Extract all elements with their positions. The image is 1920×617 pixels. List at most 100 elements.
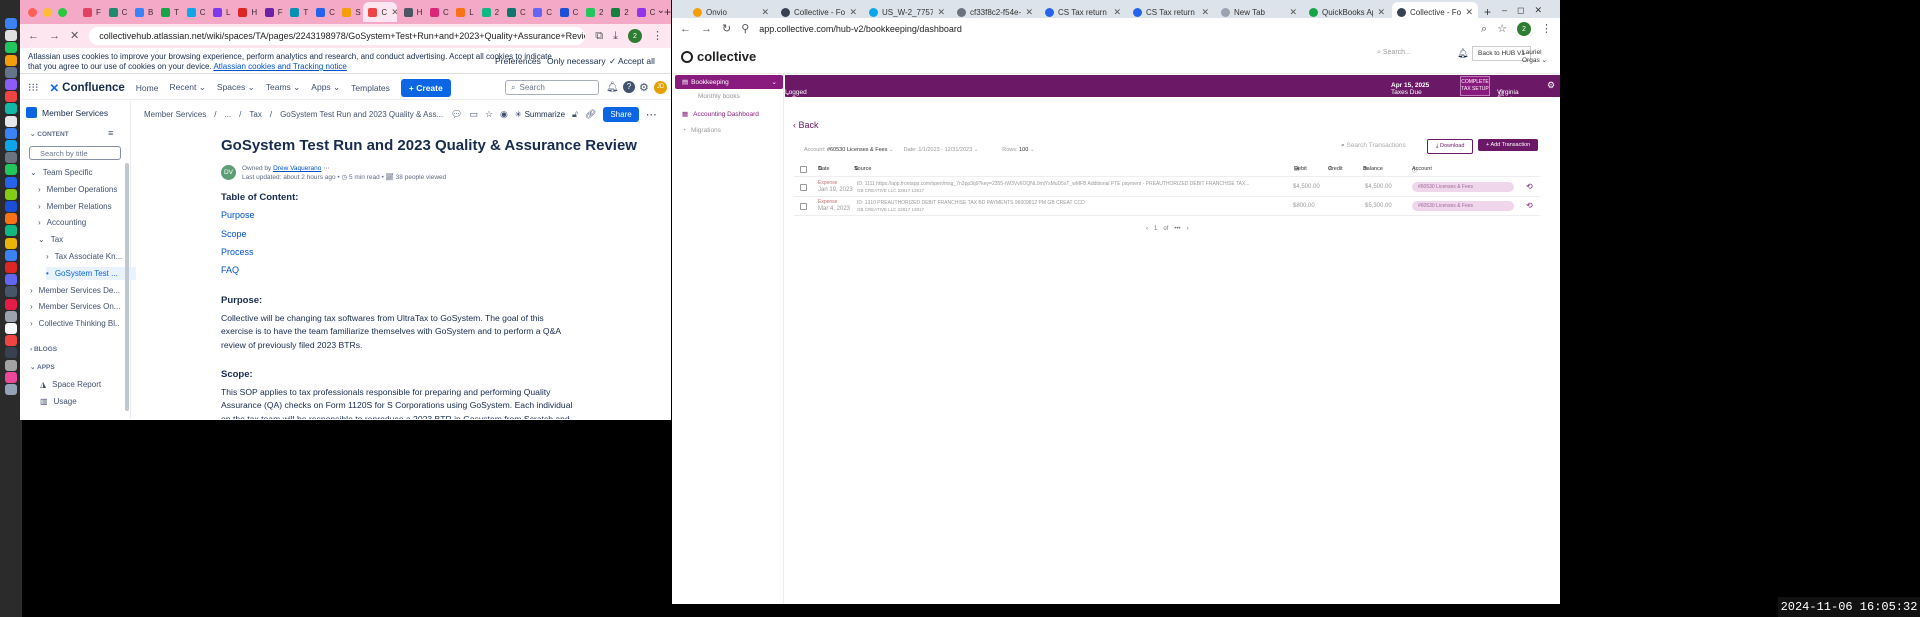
close-tab-icon[interactable]: ✕ — [391, 7, 396, 18]
dock-app-icon[interactable] — [5, 274, 17, 286]
menu-kebab-icon[interactable]: ⋮ — [652, 30, 663, 42]
sidebar-tree-item[interactable]: › Tax Associate Kn... — [46, 250, 136, 263]
browser-tab[interactable]: C ✕ — [363, 2, 397, 22]
toc-link-scope[interactable]: Scope — [221, 229, 247, 239]
browser-tab[interactable]: L — [451, 2, 474, 22]
page-more[interactable]: ••• — [1174, 226, 1180, 232]
cookie-notice-link[interactable]: Atlassian cookies and Tracking notice — [213, 62, 346, 71]
browser-tab[interactable]: 2 — [477, 2, 500, 22]
close-icon[interactable]: ✕ — [1534, 5, 1552, 15]
dock-app-icon[interactable] — [5, 298, 17, 310]
browser-tab[interactable]: C — [632, 2, 656, 22]
forward-arrow-icon[interactable]: → — [49, 30, 60, 42]
breadcrumb-item[interactable]: Tax — [249, 110, 261, 119]
minimize-icon[interactable]: – — [1502, 5, 1517, 15]
reload-icon[interactable]: ↻ — [722, 23, 731, 35]
back-arrow-icon[interactable]: ← — [680, 23, 691, 35]
toc-link-process[interactable]: Process — [221, 247, 254, 257]
breadcrumb-item[interactable]: GoSystem Test Run and 2023 Quality & Ass… — [280, 110, 443, 119]
search-input[interactable]: ⌕ Search — [505, 80, 599, 95]
create-button[interactable]: + Create — [400, 78, 451, 97]
forward-arrow-icon[interactable]: → — [701, 23, 712, 35]
sidebar-tree-item[interactable]: › Member Relations — [38, 200, 128, 213]
account-filter[interactable]: Account: #60530 Licenses & Fees ⌄ — [804, 147, 894, 153]
next-page-icon[interactable]: › — [1187, 226, 1189, 232]
bookkeeping-menu[interactable]: ▤ Bookkeeping ⌄ — [675, 75, 783, 89]
byline-more-icon[interactable]: ⋯ — [323, 165, 330, 172]
browser-tab[interactable]: T — [156, 2, 180, 22]
stop-loading-icon[interactable]: ✕ — [70, 30, 79, 42]
page-number[interactable]: 1 — [1154, 226, 1157, 232]
viewed-count[interactable]: 38 people viewed — [396, 174, 447, 181]
complete-tax-setup-button[interactable]: COMPLETE TAX SETUP — [1460, 76, 1490, 96]
menu-kebab-icon[interactable]: ⋮ — [1541, 23, 1552, 35]
browser-tab[interactable]: C — [311, 2, 335, 22]
browser-tab[interactable]: 2 — [581, 2, 604, 22]
sidebar-tree-item[interactable]: ⌄ Team Specific — [30, 166, 120, 179]
help-icon[interactable]: ? — [623, 81, 635, 93]
browser-tab[interactable]: C — [425, 2, 449, 22]
account-badge[interactable]: #60530 Licenses & Fees — [1412, 201, 1514, 211]
download-icon[interactable]: ⤓ — [613, 30, 618, 42]
profile-avatar[interactable]: 2 — [628, 29, 642, 43]
dock-app-icon[interactable] — [5, 18, 17, 29]
browser-tab[interactable]: C — [555, 2, 579, 22]
account-badge[interactable]: #60530 Licenses & Fees — [1412, 182, 1514, 192]
dock-app-icon[interactable] — [5, 323, 17, 334]
browser-tab[interactable]: B — [130, 2, 154, 22]
close-tab-icon[interactable]: ✕ — [849, 7, 857, 18]
breadcrumb-item[interactable]: ... — [224, 110, 231, 119]
dock-app-icon[interactable] — [5, 262, 17, 273]
browser-tab[interactable]: C — [104, 2, 128, 22]
accept-all-button[interactable]: ✓ Accept all — [604, 54, 660, 69]
dock-app-icon[interactable] — [5, 359, 17, 371]
toc-link-faq[interactable]: FAQ — [221, 265, 239, 275]
user-avatar[interactable]: JD — [654, 81, 667, 94]
site-info-icon[interactable]: ⚲ — [741, 23, 749, 35]
nav-spaces[interactable]: Spaces ⌄ — [217, 82, 255, 93]
sidebar-tree-item[interactable]: › Member Operations — [38, 183, 128, 196]
close-tab-icon[interactable]: ✕ — [1465, 7, 1473, 18]
table-row[interactable]: Expense Jan 19, 2023 ID: 1111 https://app.… — [794, 178, 1540, 197]
star-icon[interactable]: ☆ — [485, 109, 493, 120]
nav-recent[interactable]: Recent ⌄ — [169, 82, 205, 93]
row-checkbox[interactable] — [800, 184, 807, 191]
date-filter[interactable]: Date: 1/1/2023 - 12/31/2023 ⌄ — [904, 147, 979, 153]
space-header[interactable]: Member Services — [26, 107, 108, 118]
dock-app-icon[interactable] — [5, 225, 17, 237]
close-tab-icon[interactable]: ✕ — [1025, 7, 1033, 18]
close-tab-icon[interactable]: ✕ — [1377, 7, 1385, 18]
dock-app-icon[interactable] — [5, 201, 17, 212]
author-link[interactable]: Drew Vaquerano — [273, 165, 321, 172]
toc-link-purpose[interactable]: Purpose — [221, 210, 255, 220]
profile-avatar[interactable]: 2 — [1517, 22, 1531, 36]
row-checkbox[interactable] — [800, 203, 807, 210]
only-necessary-button[interactable]: Only necessary — [542, 54, 611, 69]
breadcrumb-item[interactable]: Member Services — [144, 110, 206, 119]
link-icon[interactable]: 🔗︎ — [585, 109, 596, 120]
sidebar-tree-item[interactable]: › Collective Thinking Bl... — [30, 317, 120, 330]
summarize-button[interactable]: ✳ Summarize — [515, 110, 565, 119]
address-bar[interactable]: collectivehub.atlassian.net/wiki/spaces/… — [89, 27, 586, 45]
user-menu[interactable]: Lauriel Orgas ⌄ — [1522, 49, 1560, 64]
dock-app-icon[interactable] — [5, 237, 17, 249]
dock-app-icon[interactable] — [5, 335, 17, 347]
dock-app-icon[interactable] — [5, 384, 17, 395]
close-tab-icon[interactable]: ✕ — [1113, 7, 1121, 18]
browser-tab[interactable]: C — [528, 2, 552, 22]
restrictions-lock-icon[interactable]: 🔓︎ — [572, 109, 578, 120]
dock-app-icon[interactable] — [5, 140, 17, 151]
sidebar-item-accounting-dashboard[interactable]: ▦ Accounting Dashboard — [682, 110, 759, 119]
notifications-icon[interactable]: 🔔︎ — [606, 82, 619, 93]
close-tab-icon[interactable]: ✕ — [1201, 7, 1209, 18]
browser-tab[interactable]: F — [78, 2, 102, 22]
dock-app-icon[interactable] — [5, 79, 17, 90]
bell-icon[interactable]: 🔔︎ — [1457, 48, 1468, 59]
download-button[interactable]: ⤓ Download — [1427, 139, 1474, 154]
nav-teams[interactable]: Teams ⌄ — [266, 82, 301, 93]
app-switcher-icon[interactable]: ⁝⁝⁝ — [28, 81, 39, 94]
usage-link[interactable]: ▥ Usage — [40, 395, 130, 407]
confluence-logo[interactable]: ✕ Confluence — [50, 81, 125, 95]
maximize-icon[interactable]: ◻ — [1517, 5, 1534, 15]
dock-app-icon[interactable] — [5, 42, 17, 54]
